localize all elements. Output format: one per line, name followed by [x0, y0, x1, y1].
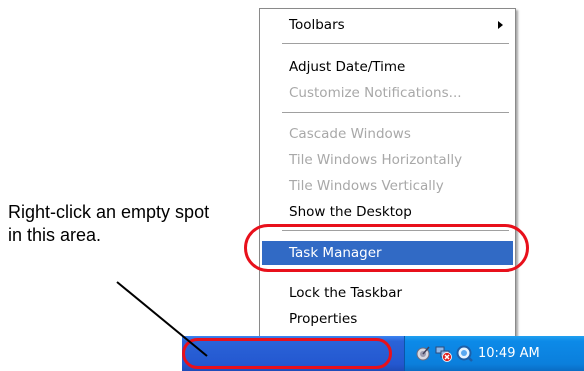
callout-pointer-line [116, 281, 208, 357]
